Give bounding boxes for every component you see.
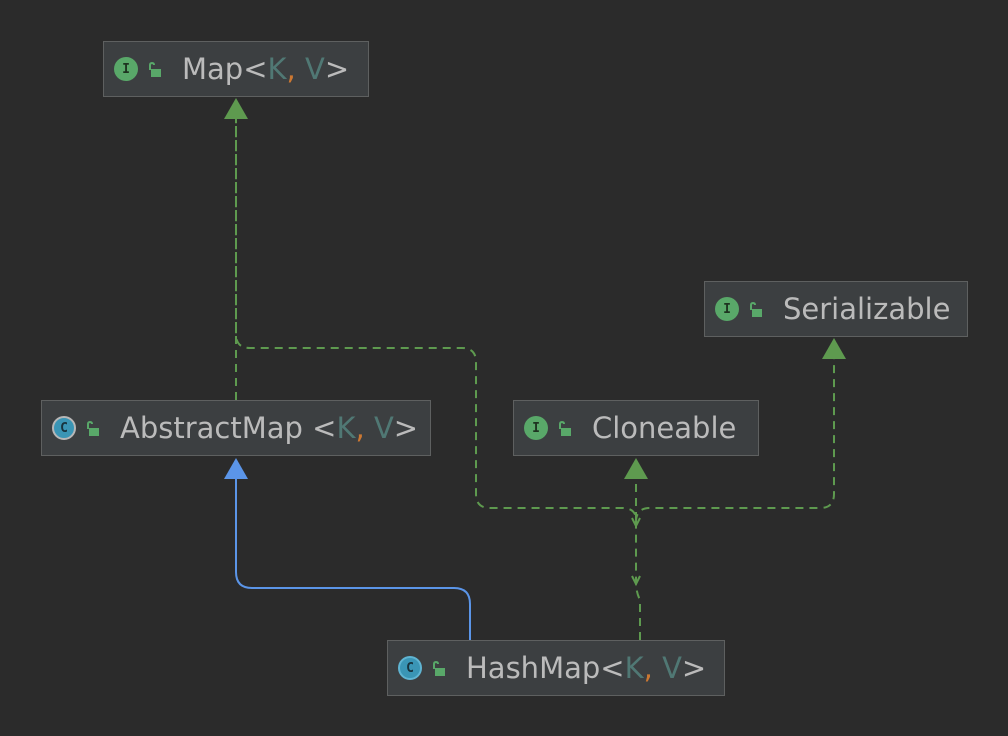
edge-hashmap-extends-abstractmap [235, 478, 471, 640]
unlocked-icon [559, 420, 571, 436]
class-name: Serializable [783, 292, 951, 326]
unlocked-icon [87, 420, 99, 436]
node-map[interactable]: I Map<K, V> [103, 41, 369, 97]
interface-icon: I [114, 57, 138, 81]
class-name: Map<K, V> [182, 52, 350, 86]
arrowhead-abstractmap [224, 458, 248, 479]
class-name: AbstractMap <K, V> [120, 411, 419, 445]
edge-hashmap-implements-map [235, 117, 641, 640]
class-name: Cloneable [592, 411, 737, 445]
unlocked-icon [750, 301, 762, 317]
node-hash-map[interactable]: C HashMap<K, V> [387, 640, 725, 696]
class-name: HashMap<K, V> [466, 651, 707, 685]
interface-icon: I [715, 297, 739, 321]
arrowhead-map [224, 98, 248, 119]
node-serializable[interactable]: I Serializable [704, 281, 968, 337]
interface-icon: I [524, 416, 548, 440]
node-abstract-map[interactable]: C AbstractMap <K, V> [41, 400, 431, 456]
unlocked-icon [149, 61, 161, 77]
node-cloneable[interactable]: I Cloneable [513, 400, 759, 456]
arrowhead-cloneable [624, 458, 648, 479]
relationship-edges [224, 98, 846, 640]
abstract-class-icon: C [52, 416, 76, 440]
class-icon: C [398, 656, 422, 680]
unlocked-icon [433, 660, 445, 676]
arrowhead-serializable [822, 338, 846, 359]
